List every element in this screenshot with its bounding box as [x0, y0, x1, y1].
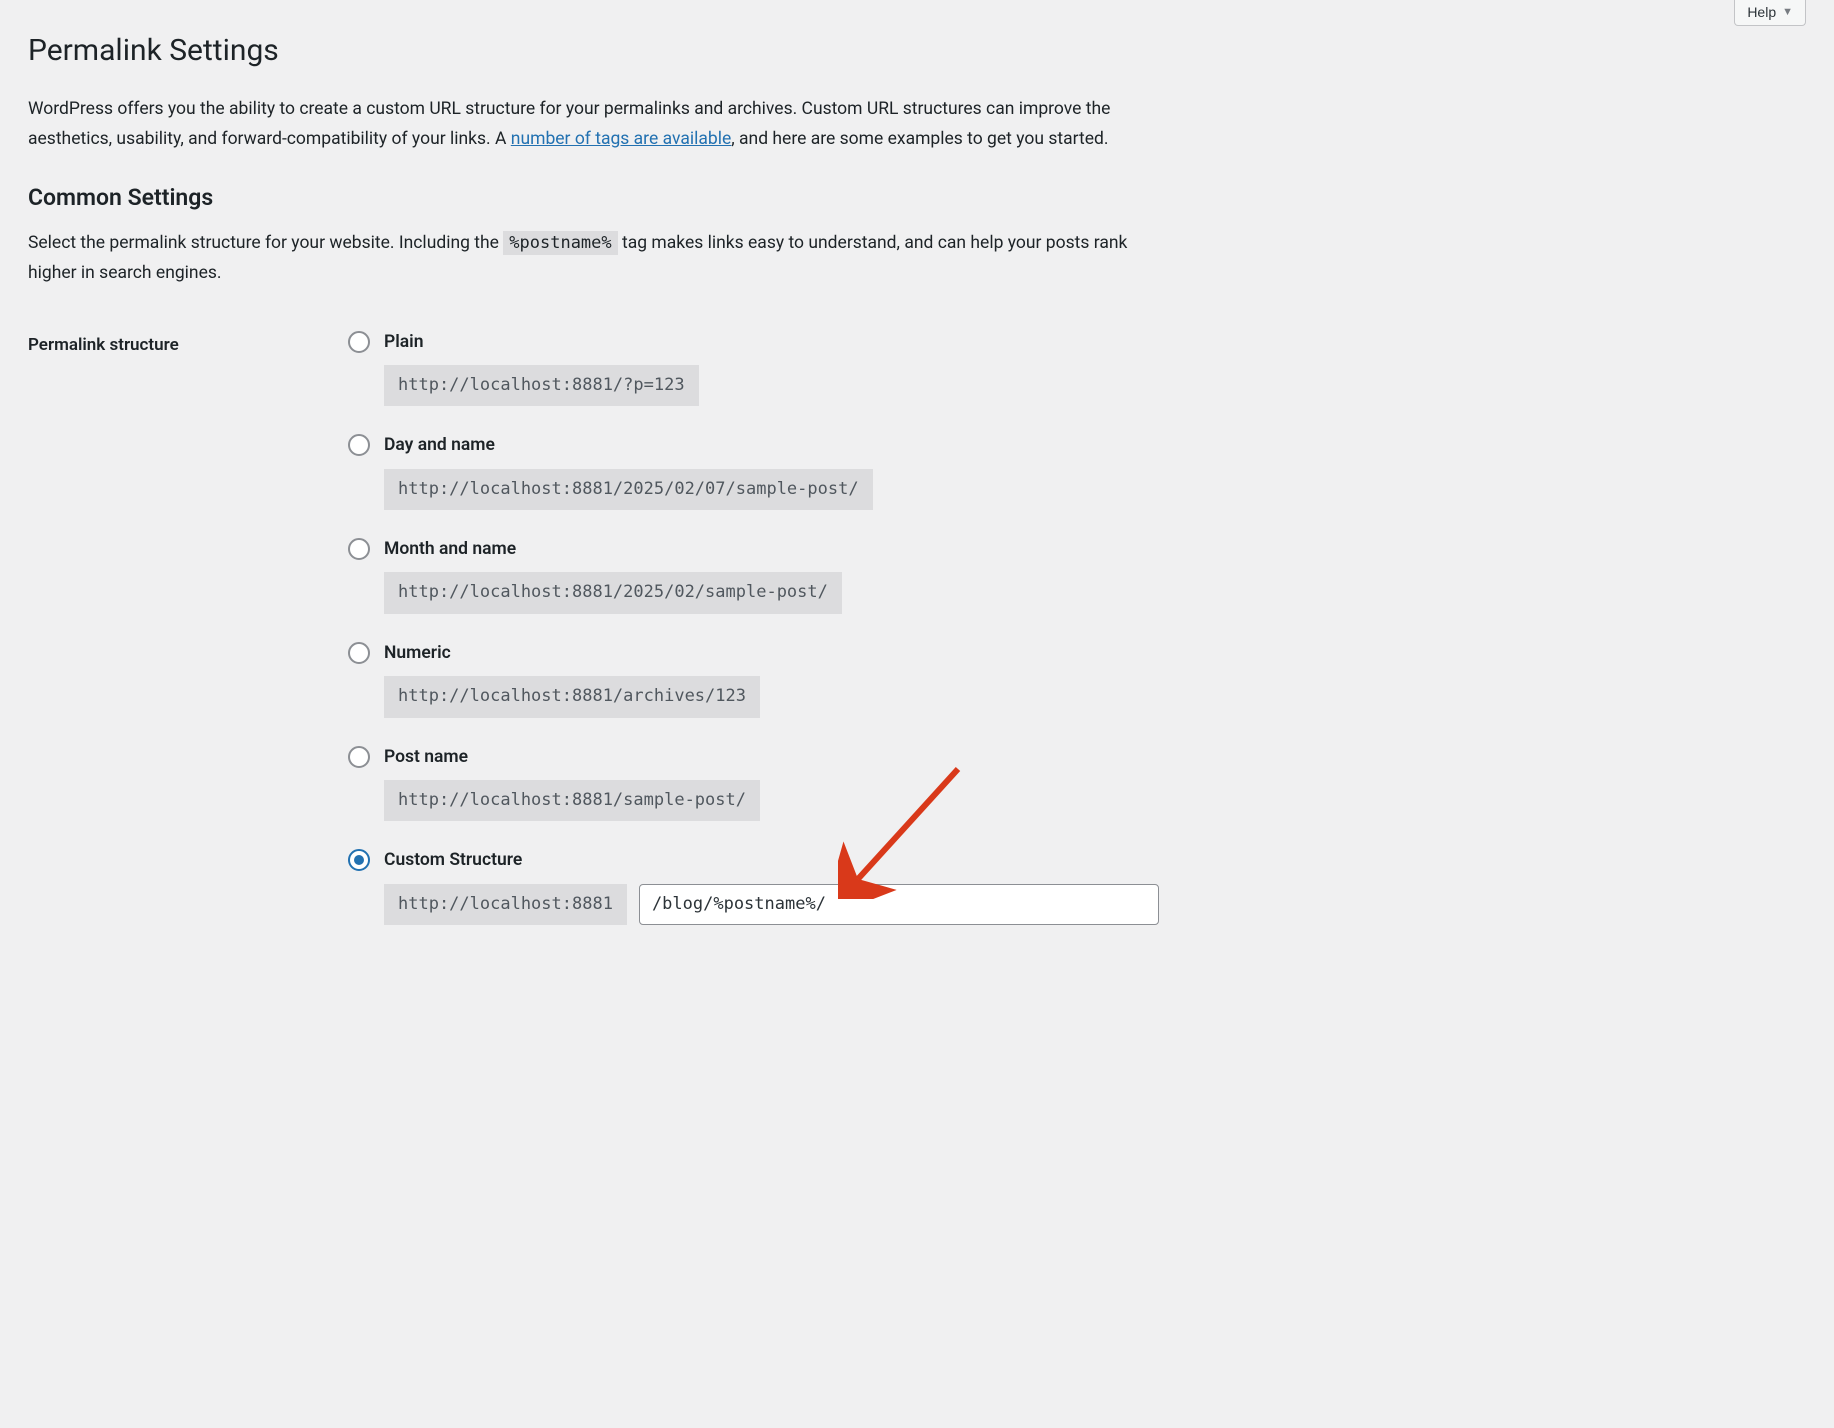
radio-month-and-name[interactable]: [348, 538, 370, 560]
label-post-name[interactable]: Post name: [384, 744, 468, 770]
label-day-and-name[interactable]: Day and name: [384, 432, 495, 458]
common-settings-desc: Select the permalink structure for your …: [28, 229, 1178, 289]
chevron-down-icon: ▼: [1782, 6, 1793, 18]
permalink-structure-row: Permalink structure Plain http://localho…: [28, 329, 1806, 926]
radio-day-and-name[interactable]: [348, 434, 370, 456]
page-intro: WordPress offers you the ability to crea…: [28, 95, 1178, 155]
radio-custom-structure[interactable]: [348, 849, 370, 871]
permalink-options: Plain http://localhost:8881/?p=123 Day a…: [348, 329, 1806, 926]
intro-text-after: , and here are some examples to get you …: [731, 129, 1108, 149]
example-numeric: http://localhost:8881/archives/123: [384, 676, 760, 718]
common-settings-heading: Common Settings: [28, 181, 1806, 216]
help-label: Help: [1747, 4, 1776, 20]
postname-token-code: %postname%: [503, 231, 617, 255]
label-numeric[interactable]: Numeric: [384, 640, 451, 666]
label-plain[interactable]: Plain: [384, 329, 424, 355]
example-post-name: http://localhost:8881/sample-post/: [384, 780, 760, 822]
option-plain: Plain http://localhost:8881/?p=123: [348, 329, 1806, 407]
page-title: Permalink Settings: [28, 0, 1806, 73]
option-day-and-name: Day and name http://localhost:8881/2025/…: [348, 432, 1806, 510]
custom-structure-input[interactable]: [639, 884, 1159, 926]
radio-post-name[interactable]: [348, 746, 370, 768]
radio-numeric[interactable]: [348, 642, 370, 664]
option-month-and-name: Month and name http://localhost:8881/202…: [348, 536, 1806, 614]
option-numeric: Numeric http://localhost:8881/archives/1…: [348, 640, 1806, 718]
example-day-and-name: http://localhost:8881/2025/02/07/sample-…: [384, 469, 873, 511]
label-custom-structure[interactable]: Custom Structure: [384, 847, 522, 873]
tags-available-link[interactable]: number of tags are available: [511, 129, 731, 149]
option-custom-structure: Custom Structure http://localhost:8881: [348, 847, 1806, 925]
radio-plain[interactable]: [348, 331, 370, 353]
help-dropdown-button[interactable]: Help ▼: [1734, 0, 1806, 26]
permalink-structure-label: Permalink structure: [28, 329, 348, 359]
common-desc-before: Select the permalink structure for your …: [28, 233, 503, 253]
option-post-name: Post name http://localhost:8881/sample-p…: [348, 744, 1806, 822]
custom-structure-prefix: http://localhost:8881: [384, 884, 627, 926]
example-plain: http://localhost:8881/?p=123: [384, 365, 699, 407]
example-month-and-name: http://localhost:8881/2025/02/sample-pos…: [384, 572, 842, 614]
label-month-and-name[interactable]: Month and name: [384, 536, 516, 562]
